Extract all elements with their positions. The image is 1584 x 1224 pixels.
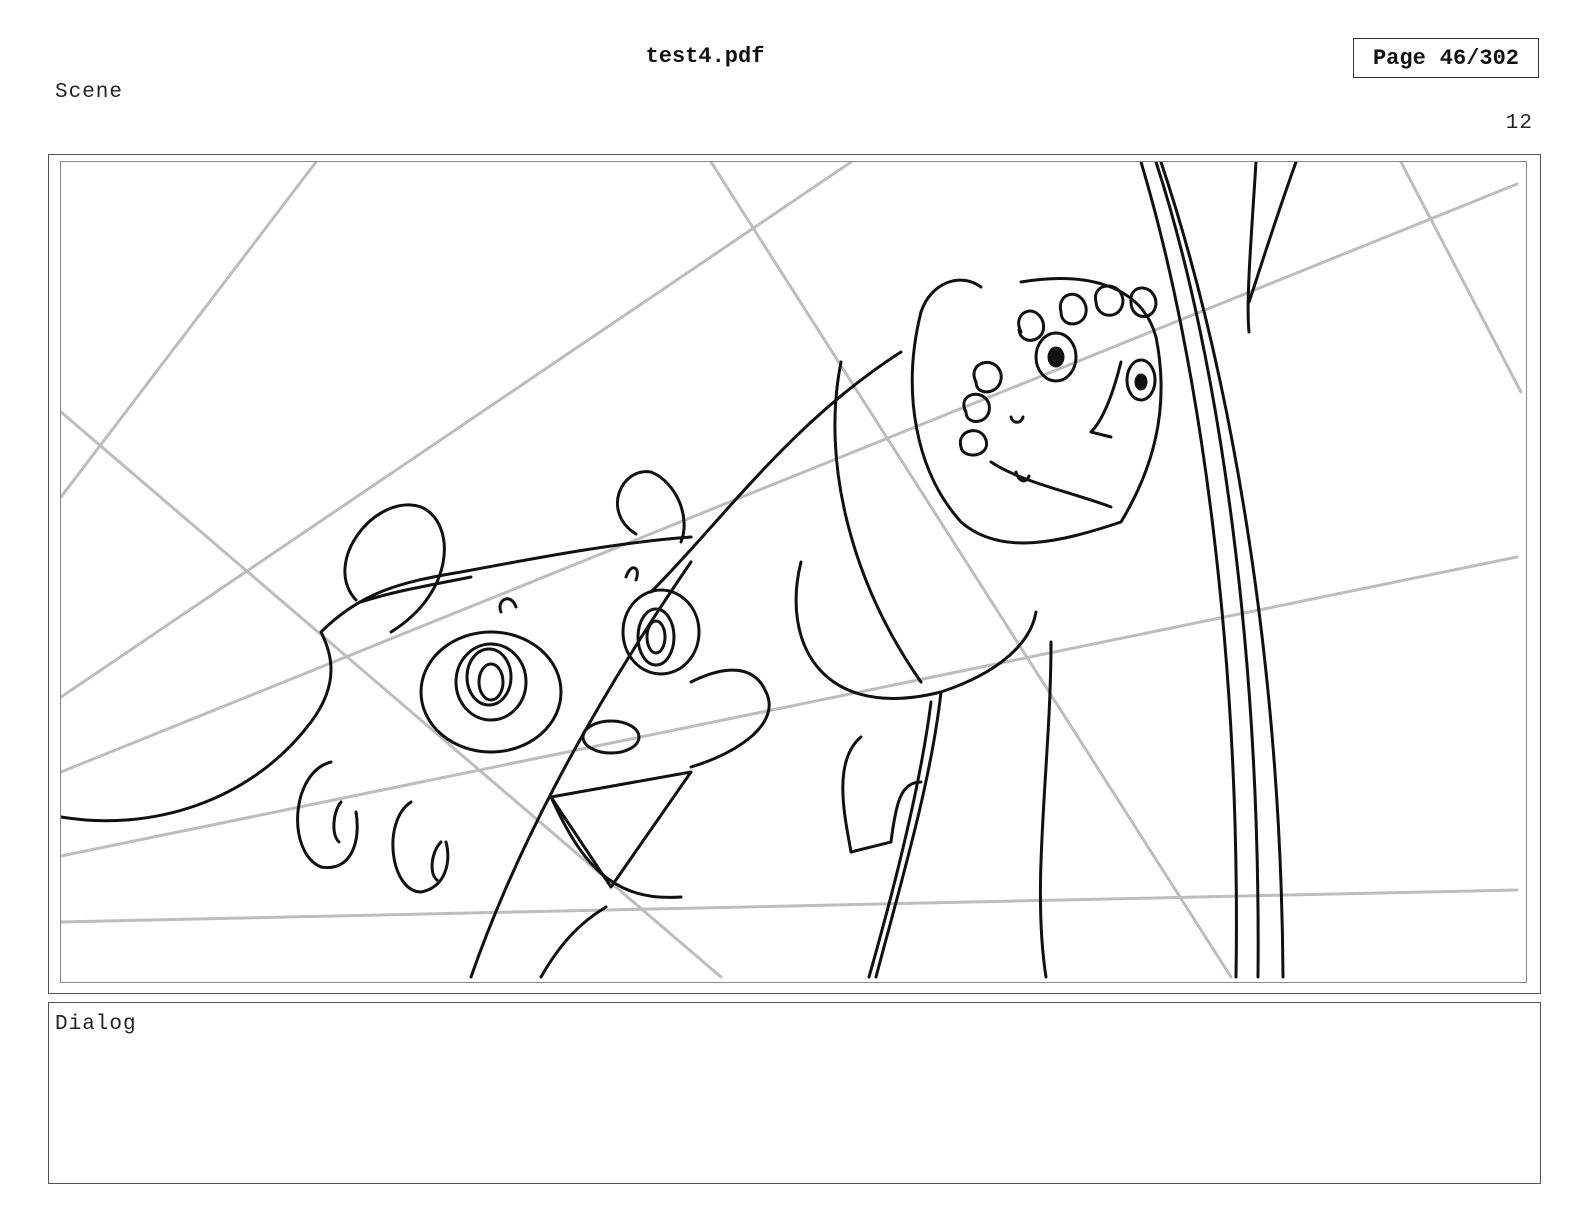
storyboard-sketch — [61, 162, 1523, 979]
document-title: test4.pdf — [645, 44, 765, 69]
panel-number: 12 — [1505, 112, 1533, 135]
page-indicator: Page 46/302 — [1353, 38, 1539, 78]
storyboard-panel-inner — [60, 161, 1527, 983]
scene-label: Scene — [55, 81, 124, 104]
page-label: Page — [1372, 45, 1426, 71]
page-value: 46/302 — [1439, 45, 1520, 71]
storyboard-panel — [48, 154, 1541, 994]
dialog-label: Dialog — [55, 1013, 137, 1036]
dialog-box: Dialog — [48, 1002, 1541, 1184]
perspective-guides — [61, 162, 1523, 979]
